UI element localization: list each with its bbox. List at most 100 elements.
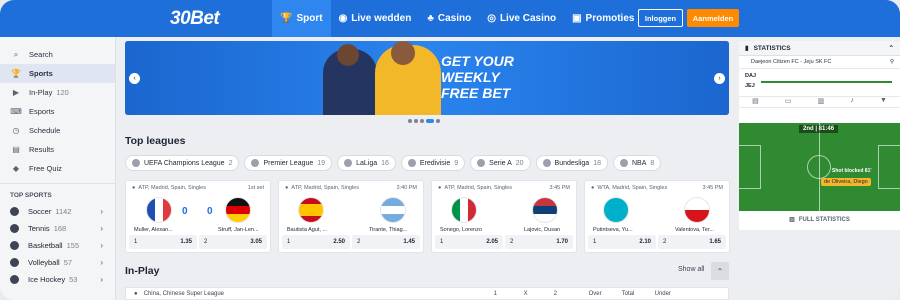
chart-icon[interactable]: ▥ [818,97,825,107]
chevron-up-icon[interactable]: ⌃ [889,44,894,52]
league-label: ATP, Madrid, Spain, Singles [444,185,512,191]
odds-button-2[interactable]: 2 3.05 [199,235,267,249]
page-dot[interactable] [436,119,440,123]
match-card[interactable]: ● ATP, Madrid, Spain, Singles 3:45 PM Son… [431,180,577,253]
collapse-icon[interactable]: ⌃ [711,262,729,280]
laliga-icon [344,159,353,167]
match-card[interactable]: ● ATP, Madrid, Spain, Singles 1st set 0 0… [125,180,271,253]
promo-banner[interactable]: GET YOUR WEEKLY FREE BET ‹ › [125,41,729,115]
odds-row: 1 2.50 2 1.45 [282,235,420,249]
sidebar-item-results[interactable]: ▤ Results [0,140,115,159]
lineup-icon[interactable]: ▤ [752,97,759,107]
match-time: 3:45 PM [702,185,723,191]
league-row[interactable]: ● China, Chinese Super League 1 X 2 Over… [125,287,729,300]
league-label: ATP, Madrid, Spain, Singles [291,185,359,191]
sport-item-basketball[interactable]: Basketball 155 › [0,237,115,254]
chip-label: UEFA Champions League [144,159,225,167]
logo[interactable]: 30Bet [170,8,220,30]
field-icon[interactable]: ▭ [785,97,792,107]
chip-premier-league[interactable]: Premier League 19 [244,155,333,171]
chip-laliga[interactable]: LaLiga 16 [337,155,396,171]
page-dot[interactable] [414,119,418,123]
sidebar-item-free-quiz[interactable]: ◆ Free Quiz [0,159,115,178]
sidebar-item-schedule[interactable]: ◷ Schedule [0,121,115,140]
odds-key: 2 [204,239,208,245]
list-icon: ▤ [12,145,20,154]
chevron-left-icon[interactable]: ‹ [129,73,140,84]
pitch-center-circle [807,155,831,179]
sport-item-ice-hockey[interactable]: Ice Hockey 53 › [0,271,115,288]
match-time: 3:45 PM [549,185,570,191]
match-league: ● ATP, Madrid, Spain, Singles [438,185,512,191]
match-time: 3:40 PM [396,185,417,191]
sidebar-item-in-play[interactable]: ▶ In-Play 120 [0,83,115,102]
sport-item-soccer[interactable]: Soccer 1142 › [0,203,115,220]
count-badge: 120 [56,88,69,97]
login-button[interactable]: Inloggen [638,9,683,27]
nav-live-wedden[interactable]: ◉ Live wedden [331,0,420,37]
count-badge: 1142 [55,207,72,216]
sidebar-label: Sports [29,69,53,78]
chip-label: Premier League [263,159,314,167]
pitch-penalty-box [739,145,761,189]
full-statistics-button[interactable]: ▥ FULL STATISTICS [739,213,900,226]
odds-button-1[interactable]: 1 2.50 [282,235,350,249]
ucl-icon [132,159,140,167]
page-dot[interactable] [408,119,412,123]
trophy-icon: 🏆 [280,13,293,24]
nav-casino[interactable]: ♣ Casino [419,0,479,37]
sidebar-label: Results [29,145,55,154]
odds-button-1[interactable]: 1 2.05 [435,235,503,249]
chip-eredivisie[interactable]: Eredivisie 9 [400,155,466,171]
sidebar-item-esports[interactable]: ⌨ Esports [0,102,115,121]
banner-pagination [408,119,440,123]
page-dot-active[interactable] [426,119,434,123]
match-card[interactable]: ● WTA, Madrid, Spain, Singles 3:45 PM Put… [584,180,730,253]
nav-sport[interactable]: 🏆 Sport [272,0,331,37]
chip-label: Eredivisie [419,159,451,167]
show-all-link[interactable]: Show all [678,266,704,273]
chip-serie-a[interactable]: Serie A 20 [470,155,531,171]
home-score: 0 [182,206,188,217]
soccer-ball-icon: ● [134,290,138,297]
live-icon: ◉ [338,13,348,24]
match-card[interactable]: ● ATP, Madrid, Spain, Singles 3:40 PM Bau… [278,180,424,253]
sport-item-tennis[interactable]: Tennis 168 › [0,220,115,237]
sidebar-label: Esports [29,107,55,116]
nav-promoties[interactable]: ▣ Promoties [564,0,642,37]
chip-count: 18 [593,159,601,167]
serie-a-icon [477,159,486,167]
shirt-icon[interactable]: ▼ [880,97,887,107]
odds-button-2[interactable]: 2 1.45 [352,235,420,249]
chevron-right-icon: › [100,224,103,233]
chevron-right-icon[interactable]: › [714,73,725,84]
match-selector[interactable]: Daejeon Citizen FC - Jeju SK FC ⚲ [739,56,900,69]
chip-bundesliga[interactable]: Bundesliga 18 [535,155,608,171]
column-header: 1 [493,290,497,297]
flag-serbia [532,197,558,223]
register-button[interactable]: Aanmelden [687,9,739,27]
sport-item-volleyball[interactable]: Volleyball 57 › [0,254,115,271]
mic-icon[interactable]: ♪ [850,97,854,107]
bundesliga-icon [542,159,551,167]
odds-button-2[interactable]: 2 1.70 [505,235,573,249]
chip-ucl[interactable]: UEFA Champions League 2 [125,155,240,171]
sidebar-item-search[interactable]: ⌕ Search [0,45,115,64]
odds-value: 1.35 [180,239,192,245]
odds-key: 2 [357,239,361,245]
sidebar-item-sports[interactable]: 🏆 Sports [0,64,115,83]
nav-label: Sport [296,13,323,24]
flag-czechia [684,197,710,223]
chip-count: 20 [515,159,524,167]
odds-value: 1.70 [556,239,568,245]
search-icon: ⌕ [13,49,19,59]
chip-nba[interactable]: NBA 8 [612,155,662,171]
odds-button-2[interactable]: 2 1.65 [658,235,726,249]
pin-icon[interactable]: ⚲ [890,59,894,65]
odds-button-1[interactable]: 1 2.10 [588,235,656,249]
nav-live-casino[interactable]: ◎ Live Casino [479,0,564,37]
column-header: Under [654,290,671,297]
odds-button-1[interactable]: 1 1.35 [129,235,197,249]
page-dot[interactable] [420,119,424,123]
momentum-graph: DAJ JEJ [739,69,900,97]
